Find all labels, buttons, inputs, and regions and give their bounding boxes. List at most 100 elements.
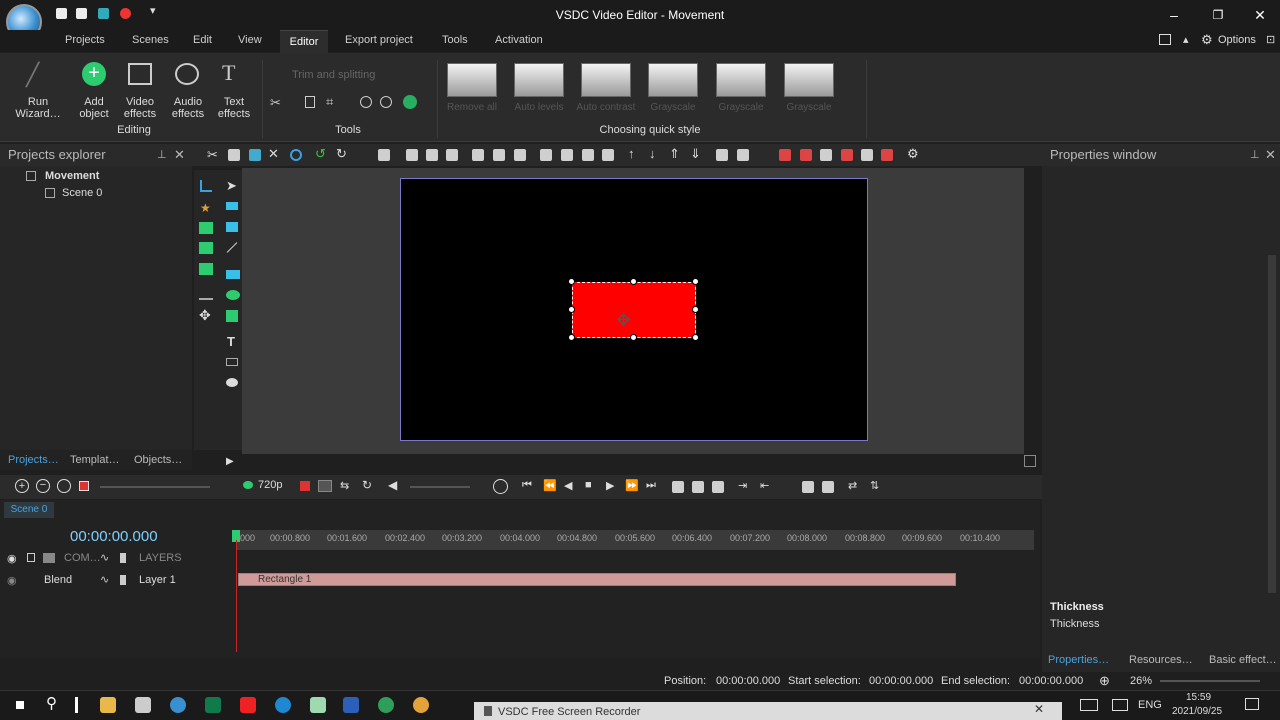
audio-icon[interactable] — [199, 242, 213, 254]
undo-icon[interactable]: ↺ — [315, 146, 326, 162]
pointer-icon[interactable]: ➤ — [226, 178, 237, 194]
close-icon[interactable]: ✕ — [1265, 147, 1276, 163]
file-explorer-icon[interactable] — [100, 697, 116, 713]
rotate-right-icon[interactable] — [380, 96, 392, 108]
select-all-icon[interactable] — [378, 149, 390, 161]
word-icon[interactable] — [343, 697, 359, 713]
properties-scrollbar[interactable] — [1268, 255, 1276, 593]
step-back-icon[interactable]: ◀ — [564, 479, 572, 492]
preview-mode-icon[interactable] — [300, 481, 310, 491]
resize-handle[interactable] — [630, 278, 637, 285]
subtitle-icon[interactable] — [226, 358, 238, 366]
chrome-icon[interactable] — [413, 697, 429, 713]
align-bottom-icon[interactable] — [514, 149, 526, 161]
expand-icon[interactable]: ⊡ — [1266, 33, 1275, 46]
search-icon[interactable]: ⚲ — [46, 694, 57, 712]
free-shape-icon[interactable] — [226, 310, 238, 322]
menu-tools[interactable]: Tools — [442, 34, 468, 46]
align-top-icon[interactable] — [472, 149, 484, 161]
resize-handle[interactable] — [692, 278, 699, 285]
recorder-close-icon[interactable]: ✕ — [1034, 702, 1044, 716]
tab-properties[interactable]: Properties… — [1048, 654, 1109, 666]
gear-icon[interactable]: ⚙ — [1201, 32, 1213, 48]
fast-forward-icon[interactable]: ⏩ — [625, 479, 639, 492]
layer-name[interactable]: Layer 1 — [139, 574, 176, 586]
task-view-icon[interactable] — [75, 697, 78, 713]
quick-style-thumb[interactable] — [581, 63, 631, 97]
align-center-icon[interactable] — [426, 149, 438, 161]
layout-grid-icon[interactable] — [881, 149, 893, 161]
ellipse-tool-icon[interactable] — [226, 290, 240, 300]
move-up-icon[interactable]: ↑ — [628, 146, 635, 161]
fit-icon[interactable] — [582, 149, 594, 161]
marker-icon[interactable] — [672, 481, 684, 493]
quick-style-thumb[interactable] — [784, 63, 834, 97]
rect-shape-icon[interactable] — [226, 270, 240, 279]
text-box-icon[interactable] — [226, 222, 238, 232]
collapse-ribbon-icon[interactable]: ▴ — [1183, 33, 1189, 46]
eye-icon[interactable]: ◉ — [7, 574, 17, 587]
menu-editor[interactable]: Editor — [280, 30, 328, 53]
trim-icon[interactable] — [305, 96, 315, 108]
center-icon[interactable] — [561, 149, 573, 161]
crop-icon[interactable]: ⌗ — [326, 94, 333, 110]
split-icon[interactable]: ✂ — [270, 95, 281, 111]
equalizer-icon[interactable] — [199, 290, 213, 300]
rectangle-tool-icon[interactable] — [226, 202, 238, 210]
volume-icon[interactable]: ◀ — [388, 478, 397, 492]
resize-handle[interactable] — [692, 334, 699, 341]
repeat-icon[interactable]: ⇆ — [340, 479, 349, 492]
rotate-left-icon[interactable] — [360, 96, 372, 108]
tab-basic-effects[interactable]: Basic effect… — [1209, 654, 1277, 666]
notification-icon[interactable] — [1245, 698, 1259, 710]
zoom-fit-icon[interactable] — [57, 479, 71, 493]
paste-icon[interactable] — [249, 149, 261, 161]
stabilize-icon[interactable] — [403, 95, 417, 109]
scene-tab[interactable]: Scene 0 — [4, 502, 54, 518]
edge-icon[interactable] — [275, 697, 291, 713]
snap-icon[interactable] — [779, 149, 791, 161]
split-clip-icon[interactable] — [802, 481, 814, 493]
safe-area-icon[interactable] — [861, 149, 873, 161]
prev-frame-icon[interactable]: ⇥ — [738, 479, 747, 492]
expand-tools-icon[interactable]: ▶ — [226, 456, 234, 467]
cut-icon[interactable]: ✂ — [207, 147, 218, 163]
start-icon[interactable] — [12, 697, 28, 713]
align-right-icon[interactable] — [446, 149, 458, 161]
youtube-icon[interactable] — [240, 697, 256, 713]
resize-handle[interactable] — [568, 334, 575, 341]
join-clip-icon[interactable] — [822, 481, 834, 493]
go-end-icon[interactable]: ⏭ — [646, 479, 656, 492]
balloon-icon[interactable] — [226, 378, 238, 387]
menu-edit[interactable]: Edit — [193, 34, 212, 46]
quick-style-thumb[interactable] — [648, 63, 698, 97]
app-icon[interactable] — [205, 697, 221, 713]
close-icon[interactable]: ✕ — [174, 147, 185, 163]
group-icon[interactable] — [716, 149, 728, 161]
stop-icon[interactable]: ■ — [585, 479, 592, 491]
marker-next-icon[interactable] — [712, 481, 724, 493]
ungroup-icon[interactable] — [737, 149, 749, 161]
app-icon[interactable] — [310, 697, 326, 713]
resize-handle[interactable] — [568, 278, 575, 285]
distribute-icon[interactable] — [540, 149, 552, 161]
run-wizard-button[interactable]: Run Wizard… — [8, 96, 68, 120]
record-icon[interactable] — [79, 481, 89, 491]
zoom-slider[interactable] — [1160, 680, 1260, 682]
chrome-icon[interactable] — [378, 697, 394, 713]
size-icon[interactable] — [602, 149, 614, 161]
menu-export-project[interactable]: Export project — [345, 34, 413, 46]
volume-slider[interactable] — [410, 486, 470, 488]
align-middle-icon[interactable] — [493, 149, 505, 161]
tree-item-scene[interactable]: Scene 0 — [62, 187, 102, 199]
zoom-in-icon[interactable]: + — [15, 479, 29, 493]
quick-style-thumb[interactable] — [716, 63, 766, 97]
rewind-icon[interactable]: ⏪ — [543, 479, 557, 492]
app-icon[interactable] — [170, 697, 186, 713]
video-icon[interactable] — [199, 263, 213, 275]
settings-icon[interactable]: ⚙ — [907, 146, 919, 162]
clock-time[interactable]: 15:59 — [1186, 692, 1211, 703]
text-tool-icon[interactable]: T — [227, 334, 235, 349]
marker-prev-icon[interactable] — [692, 481, 704, 493]
pin-icon[interactable]: ⊥ — [1250, 148, 1260, 161]
